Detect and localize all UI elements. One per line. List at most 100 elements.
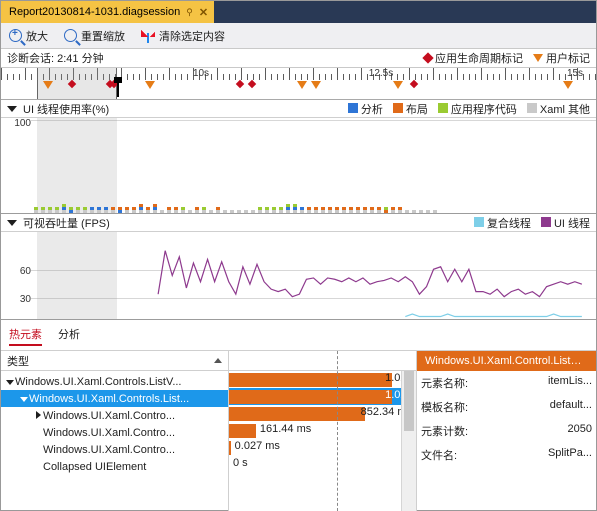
- timing-row[interactable]: 852.34 ms: [229, 405, 416, 422]
- close-icon[interactable]: ✕: [199, 6, 208, 19]
- detail-value: 2050: [476, 423, 592, 439]
- tree-label: Windows.UI.Xaml.Controls.ListV...: [15, 376, 181, 388]
- tab-title: Report20130814-1031.diagsession: [9, 6, 180, 18]
- zoom-in-button[interactable]: 放大: [1, 23, 56, 48]
- tree-label: Windows.UI.Xaml.Contro...: [43, 410, 175, 422]
- fps-lane[interactable]: 60 30: [1, 232, 596, 320]
- expand-icon[interactable]: [5, 376, 15, 388]
- pin-icon[interactable]: ⚲: [186, 7, 193, 18]
- timing-value: 0.027 ms: [235, 440, 280, 452]
- timeline-ruler[interactable]: 10s 12.5s 15s: [1, 68, 596, 100]
- clear-selection-button[interactable]: 清除选定内容: [133, 23, 233, 48]
- user-marker-icon[interactable]: [563, 81, 573, 89]
- timing-row[interactable]: 0 s: [229, 456, 416, 473]
- cpu-lane-header[interactable]: UI 线程使用率(%) 分析 布局 应用程序代码 Xaml 其他: [1, 100, 596, 118]
- fps-lane-title: 可视吞吐量 (FPS): [23, 215, 110, 231]
- swatch-icon: [438, 103, 448, 113]
- clear-selection-icon: [141, 29, 155, 43]
- app-marker-icon[interactable]: [236, 80, 244, 88]
- zoom-in-label: 放大: [26, 28, 48, 44]
- toolbar: 放大 重置缩放 清除选定内容: [1, 23, 596, 49]
- user-marker-icon[interactable]: [43, 81, 53, 89]
- session-header: 诊断会话: 2:41 分钟 应用生命周期标记 用户标记: [1, 49, 596, 68]
- detail-key: 元素计数:: [421, 423, 468, 439]
- cpu-lane-title: UI 线程使用率(%): [23, 101, 109, 117]
- timing-value: 0 s: [233, 457, 248, 469]
- tree-row[interactable]: Windows.UI.Xaml.Contro...: [1, 407, 228, 424]
- legend-ui: UI 线程: [541, 215, 590, 231]
- app-marker-icon[interactable]: [410, 80, 418, 88]
- zoom-reset-button[interactable]: 重置缩放: [56, 23, 133, 48]
- tree-row[interactable]: Windows.UI.Xaml.Controls.List...: [1, 390, 228, 407]
- details-title: Windows.UI.Xaml.Control.ListVi...: [417, 351, 596, 371]
- diamond-icon: [422, 52, 433, 63]
- expand-icon[interactable]: [19, 393, 29, 405]
- timing-row[interactable]: 161.44 ms: [229, 422, 416, 439]
- expand-icon[interactable]: [33, 410, 43, 422]
- zoom-reset-label: 重置缩放: [81, 28, 125, 44]
- tree-row[interactable]: Windows.UI.Xaml.Controls.ListV...: [1, 373, 228, 390]
- detail-value: SplitPa...: [476, 447, 592, 463]
- tick-label: 12.5s: [369, 68, 393, 79]
- detail-key: 模板名称:: [421, 399, 468, 415]
- document-tab[interactable]: Report20130814-1031.diagsession ⚲ ✕: [1, 1, 214, 23]
- tree-row[interactable]: Collapsed UIElement: [1, 458, 228, 475]
- detail-value: default...: [476, 399, 592, 415]
- user-marker-icon[interactable]: [393, 81, 403, 89]
- tree-label: Windows.UI.Xaml.Controls.List...: [29, 393, 189, 405]
- tab-strip: Report20130814-1031.diagsession ⚲ ✕: [1, 1, 596, 23]
- timing-row[interactable]: 1.02s: [229, 371, 416, 388]
- legend-composite: 复合线程: [474, 215, 531, 231]
- tab-analysis[interactable]: 分析: [58, 326, 80, 346]
- element-details: Windows.UI.Xaml.Control.ListVi... 元素名称:i…: [417, 351, 596, 511]
- fps-plot: [31, 232, 596, 319]
- tab-hot-elements[interactable]: 热元素: [9, 326, 42, 346]
- detail-value: itemLis...: [476, 375, 592, 391]
- collapse-icon[interactable]: [7, 220, 17, 226]
- collapse-icon[interactable]: [7, 106, 17, 112]
- element-tree: 类型 Windows.UI.Xaml.Controls.ListV... Wind…: [1, 351, 229, 511]
- cpu-lane[interactable]: 100: [1, 118, 596, 214]
- user-marker-icon[interactable]: [311, 81, 321, 89]
- zoom-reset-icon: [64, 29, 77, 42]
- timing-bar: [229, 424, 256, 438]
- cpu-bars: [31, 118, 596, 213]
- user-marker-icon[interactable]: [145, 81, 155, 89]
- swatch-icon: [348, 103, 358, 113]
- timing-row[interactable]: 1.02s: [229, 388, 416, 405]
- timing-value: 1.02s: [233, 389, 412, 401]
- clear-selection-label: 清除选定内容: [159, 28, 225, 44]
- tree-row[interactable]: Windows.UI.Xaml.Contro...: [1, 424, 228, 441]
- swatch-icon: [541, 217, 551, 227]
- triangle-icon: [533, 54, 543, 62]
- timing-bar: [229, 441, 231, 455]
- scrollbar[interactable]: [401, 371, 416, 511]
- detail-key: 文件名:: [421, 447, 468, 463]
- bar-guide: [337, 351, 338, 511]
- timing-row[interactable]: 0.027 ms: [229, 439, 416, 456]
- tick-label: 15s: [567, 68, 583, 79]
- timing-value: 1.02s: [233, 372, 412, 384]
- fps-lane-header[interactable]: 可视吞吐量 (FPS) 复合线程 UI 线程: [1, 214, 596, 232]
- y-axis-label: 60: [3, 266, 31, 277]
- tree-header[interactable]: 类型: [1, 351, 228, 371]
- sub-tabs: 热元素 分析: [1, 320, 596, 351]
- scroll-thumb[interactable]: [404, 371, 414, 431]
- y-axis-label: 30: [3, 294, 31, 305]
- timing-bars: 1.02s 1.02s 852.34 ms161.44 ms0.027 ms 0 s: [229, 351, 417, 511]
- legend-xamlother: Xaml 其他: [527, 101, 590, 117]
- user-marker-icon[interactable]: [297, 81, 307, 89]
- playhead[interactable]: [117, 79, 119, 97]
- details-panel: 热元素 分析 类型 Windows.UI.Xaml.Controls.ListV…: [1, 320, 596, 511]
- app-marker-icon[interactable]: [248, 80, 256, 88]
- zoom-in-icon: [9, 29, 22, 42]
- timing-header: [229, 351, 416, 371]
- legend-appcode: 应用程序代码: [438, 101, 517, 117]
- tree-label: Collapsed UIElement: [43, 461, 146, 473]
- tick-label: 10s: [193, 68, 209, 79]
- y-axis-label: 100: [3, 118, 31, 129]
- legend-analysis: 分析: [348, 101, 383, 117]
- tree-row[interactable]: Windows.UI.Xaml.Contro...: [1, 441, 228, 458]
- cpu-legend: 分析 布局 应用程序代码 Xaml 其他: [348, 101, 590, 117]
- tree-label: Windows.UI.Xaml.Contro...: [43, 427, 175, 439]
